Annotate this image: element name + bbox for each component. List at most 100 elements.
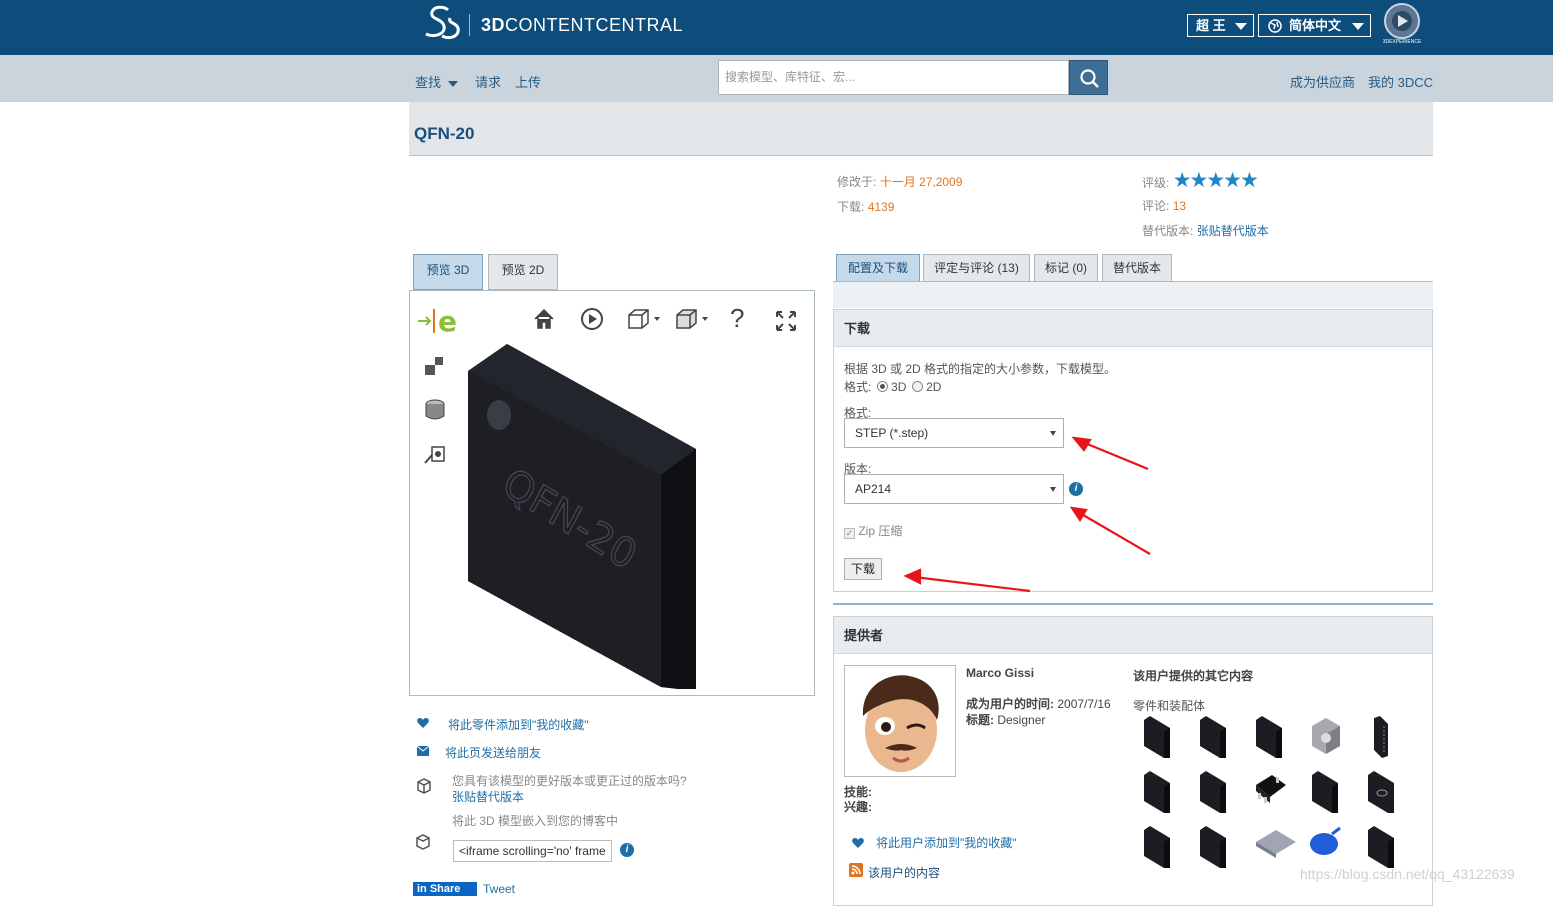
part-thumbnail[interactable] [1252,714,1286,763]
share-button[interactable]: in Share [413,882,477,896]
tab-alt-versions[interactable]: 替代版本 [1102,254,1172,282]
tab-config-download[interactable]: 配置及下载 [836,254,920,282]
heart-icon [852,838,864,848]
provider-title: 标题: Designer [966,713,1046,727]
language-menu[interactable]: 简体中文 [1258,14,1371,37]
part-thumbnail[interactable] [1308,824,1344,861]
section-divider [833,603,1433,605]
download-button[interactable]: 下载 [844,558,883,580]
nav-become-supplier[interactable]: 成为供应商 [1290,72,1355,91]
part-thumbnail[interactable] [1364,714,1394,763]
fullscreen-icon[interactable] [774,309,798,333]
modified-date: 修改于: 十一月 27,2009 [837,175,963,189]
provider-heading: 提供者 [834,617,1432,654]
part-thumbnail[interactable] [1140,714,1174,763]
part-thumbnail[interactable] [1196,714,1230,763]
annotation-arrows [903,436,1151,593]
radio-2d[interactable] [911,381,923,392]
chevron-down-icon [1235,23,1247,30]
brand-logo[interactable]: 3DCONTENTCENTRAL [481,15,683,36]
experience-label: 3DEXPERIENCE [1382,39,1422,45]
nav-find[interactable]: 查找 [415,72,458,91]
user-menu[interactable]: 超 王 [1187,14,1254,37]
chevron-down-icon [447,80,458,87]
part-thumbnail[interactable] [1196,769,1230,818]
download-heading: 下载 [834,310,1432,347]
rss-icon [849,863,863,877]
zip-checkbox[interactable]: ✓ [844,528,855,539]
tab-ratings-reviews[interactable]: 评定与评论 (13) [923,254,1030,282]
search-icon [1080,69,1099,88]
info-icon[interactable]: i [620,843,634,857]
embed-text: 将此 3D 模型嵌入到您的博客中 [452,814,619,828]
tab-preview-2d[interactable]: 预览 2D [488,254,558,290]
measure-icon[interactable] [422,441,448,467]
reviews-link[interactable]: 13 [1173,199,1186,213]
nav-request[interactable]: 请求 [475,72,501,91]
avatar-image [862,675,939,772]
compass-icon [1384,3,1420,39]
add-user-favorite-link[interactable]: 将此用户添加到"我的收藏" [876,834,1017,851]
download-intro: 根据 3D 或 2D 格式的指定的大小参数，下载模型。 [844,362,1117,376]
help-icon[interactable]: ? [730,303,744,334]
part-thumbnail[interactable] [1364,769,1398,818]
radio-3d[interactable] [876,381,888,392]
search-button[interactable] [1069,60,1108,95]
format-type-row: 格式: 3D 2D [844,380,942,394]
title-bar [409,102,1433,156]
interests-label: 兴趣: [844,800,872,814]
logo-separator [469,14,470,36]
member-since: 成为用户的时间: 2007/7/16 [966,697,1111,711]
parts-assemblies-label: 零件和装配体 [1133,699,1206,713]
send-to-friend-link[interactable]: 将此页发送给朋友 [445,744,541,761]
globe-icon [1268,19,1282,33]
play-icon[interactable] [580,307,604,331]
ds-logo-icon[interactable] [420,4,464,44]
explode-icon[interactable] [422,353,448,379]
part-thumbnail[interactable] [1252,824,1298,863]
tab-tags[interactable]: 标记 (0) [1034,254,1098,282]
post-alt-version-link-2[interactable]: 张贴替代版本 [452,788,524,805]
avatar[interactable] [844,665,956,777]
download-count: 下载: 4139 [837,200,895,214]
part-thumbnail[interactable] [1140,769,1174,818]
provider-name[interactable]: Marco Gissi [966,666,1034,680]
post-alt-version-link[interactable]: 张贴替代版本 [1197,224,1269,238]
part-thumbnail[interactable] [1140,824,1174,873]
page-title: QFN-20 [414,124,475,143]
search-input[interactable]: 搜索模型、库特征、宏... [718,60,1069,95]
nav-my-3dcc[interactable]: 我的 3DCC [1368,72,1433,91]
part-thumbnail[interactable] [1252,769,1290,812]
edrawings-logo-icon[interactable]: e [418,305,464,337]
better-version-question: 您具有该模型的更好版本或更正过的版本吗? [452,774,687,788]
alt-versions: 替代版本: 张贴替代版本 [1142,224,1269,238]
rating: 评级: ★★★★★ [1142,169,1259,192]
alt-version-icon [417,778,431,794]
tab-preview-3d[interactable]: 预览 3D [413,254,483,290]
linkedin-icon: in [417,883,427,895]
chevron-down-icon [1352,23,1364,30]
section-icon[interactable] [422,397,448,423]
nav-upload[interactable]: 上传 [515,72,541,91]
part-thumbnail[interactable] [1308,769,1342,818]
tab-strip [833,282,1433,308]
heart-icon [417,718,429,728]
part-thumbnail[interactable] [1196,824,1230,873]
user-content-link[interactable]: 该用户的内容 [868,864,940,881]
rating-stars[interactable]: ★★★★★ [1173,169,1259,192]
display-style-icon[interactable] [674,307,710,331]
svg-text:e: e [438,305,457,337]
email-icon [416,745,430,756]
review-count: 评论: 13 [1142,199,1187,213]
view-orientation-icon[interactable] [626,307,662,331]
embed-icon [416,834,430,850]
part-thumbnail[interactable] [1308,714,1344,759]
home-icon[interactable] [532,307,556,331]
other-content-heading: 该用户提供的其它内容 [1133,669,1254,683]
add-part-favorite-link[interactable]: 将此零件添加到"我的收藏" [448,716,589,733]
embed-code-field[interactable]: <iframe scrolling='no' frame [453,840,612,862]
tweet-button[interactable]: Tweet [483,882,515,896]
3d-viewer[interactable]: e ? QFN-20 [409,290,815,696]
qfn-20-model[interactable]: QFN-20 [465,339,755,689]
3dexperience-compass[interactable]: 3DEXPERIENCE [1382,3,1422,47]
